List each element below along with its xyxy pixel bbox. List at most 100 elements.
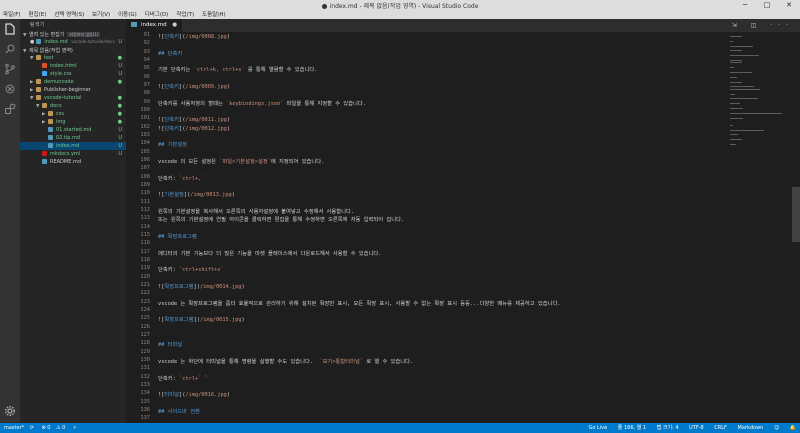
minimize-button[interactable]: ─ <box>734 0 756 10</box>
close-editor-icon[interactable]: ● <box>30 39 34 45</box>
tree-item-label: demuncode <box>44 79 74 85</box>
open-editors-section[interactable]: ▼ 열려 있는 편집기 저장하지 않음(1) <box>20 30 126 38</box>
menu-file[interactable]: 파일(F) <box>0 10 24 19</box>
line-number: 102 <box>140 123 150 130</box>
folder-icon <box>48 111 53 116</box>
menu-tasks[interactable]: 작업(T) <box>173 10 197 19</box>
tree-item[interactable]: ▼ vscode-tutorial ● <box>20 94 126 102</box>
tree-item[interactable]: ▶ img ● <box>20 118 126 126</box>
tree-item-label: 01.started.md <box>56 127 92 133</box>
feedback-icon[interactable]: ☺ <box>774 425 779 431</box>
line-number: 99 <box>143 98 150 105</box>
html-file-icon <box>42 63 47 68</box>
yaml-file-icon <box>42 151 47 156</box>
unsaved-badge: 저장하지 않음(1) <box>67 32 101 37</box>
code-line: ![단축키](/img/0012.jpg) <box>158 125 231 132</box>
extensions-icon[interactable] <box>4 103 16 115</box>
notifications-icon[interactable]: 🔔 <box>790 425 796 431</box>
menu-go[interactable]: 이동(G) <box>115 10 140 19</box>
code-line: 단축키: `ctrl+shift+x` <box>158 267 224 274</box>
tree-item-label: test <box>44 55 54 61</box>
minimap-line <box>730 93 735 95</box>
settings-gear-icon[interactable] <box>4 405 16 417</box>
tree-item-label: docs <box>50 103 62 109</box>
tree-item[interactable]: index.html U <box>20 62 126 70</box>
line-number: 114 <box>140 223 150 230</box>
open-editor-path: vscode-tutorial/docs <box>71 40 115 45</box>
markdown-file-icon <box>131 22 137 27</box>
search-icon[interactable] <box>4 43 16 55</box>
line-number: 122 <box>140 290 150 297</box>
line-number: 117 <box>140 248 150 255</box>
tree-item[interactable]: README.md <box>20 158 126 166</box>
lightning-icon[interactable]: ⚡ <box>73 425 77 431</box>
tree-item[interactable]: ▶ demuncode ● <box>20 78 126 86</box>
code-line: vscode 의 모든 설정은 `파일>기본설정>설정`에 지정되어 있습니다. <box>158 158 325 165</box>
tree-item[interactable]: ▼ docs ● <box>20 102 126 110</box>
close-window-button[interactable]: ✕ <box>778 0 800 10</box>
tree-item[interactable]: 02.tip.md U <box>20 134 126 142</box>
minimap[interactable] <box>730 32 790 232</box>
info-file-icon <box>42 159 47 164</box>
folder-open-icon <box>42 103 47 108</box>
line-number: 100 <box>140 106 150 113</box>
tree-item-label: vscode-tutorial <box>44 95 82 101</box>
menu-debug[interactable]: 디버그(D) <box>142 10 172 19</box>
line-number: 93 <box>143 48 150 55</box>
code-line: ## 기본설정 <box>158 142 188 149</box>
tab-close-icon[interactable]: ● <box>172 19 177 32</box>
line-number: 119 <box>140 265 150 272</box>
errors-count[interactable]: ⊗ 0 <box>42 425 51 431</box>
tree-item[interactable]: ▶ Publisher-beginner <box>20 86 126 94</box>
tree-item[interactable]: mkdocs.yml U <box>20 150 126 158</box>
line-number: 97 <box>143 81 150 88</box>
git-status: ● <box>117 111 122 117</box>
code-line: 에디터의 기본 기능보다 더 많은 기능을 마켓 플레이스에서 다운로드해서 사… <box>158 250 382 257</box>
code-line: ## 단축키 <box>158 50 183 57</box>
line-number: 107 <box>140 165 150 172</box>
source-control-icon[interactable] <box>4 63 16 75</box>
encoding[interactable]: UTF-8 <box>689 425 704 431</box>
sync-icon[interactable]: ⟳ <box>30 425 34 431</box>
explorer-icon[interactable] <box>4 23 16 35</box>
line-number: 94 <box>143 56 150 63</box>
git-status: U <box>118 151 122 157</box>
code-line: 왼쪽의 기본설정을 복사해서 오른쪽의 사용자설정에 붙여넣고 수정해서 사용합… <box>158 208 355 215</box>
line-number: 135 <box>140 398 150 405</box>
editor-actions[interactable]: ⇲ ◫ ··· <box>732 22 794 29</box>
code-editor[interactable]: 91 ![단축키](/img/0008.jpg) 92 93 ## 단축키 94 95 기본 … <box>126 32 800 423</box>
debug-icon[interactable] <box>4 83 16 95</box>
go-live-button[interactable]: Go Live <box>588 425 607 431</box>
menu-help[interactable]: 도움말(H) <box>199 10 229 19</box>
warnings-count[interactable]: ⚠ 0 <box>56 425 65 431</box>
editor-scrollbar-thumb[interactable] <box>792 187 800 242</box>
tree-item-label: index.md <box>56 143 80 149</box>
minimap-line <box>730 36 742 37</box>
minimap-line <box>730 72 752 73</box>
open-editor-item[interactable]: ● index.md vscode-tutorial/docs U <box>20 38 126 46</box>
menu-edit[interactable]: 편집(E) <box>26 10 50 19</box>
tree-item[interactable]: index.md U <box>20 142 126 150</box>
maximize-button[interactable]: □ <box>756 0 778 10</box>
tree-item[interactable]: ▼ test ● <box>20 54 126 62</box>
tab-size[interactable]: 탭 크기: 4 <box>657 425 679 431</box>
line-number: 131 <box>140 365 150 372</box>
language-mode[interactable]: Markdown <box>738 425 764 431</box>
menu-view[interactable]: 보기(V) <box>89 10 113 19</box>
code-line: 단축키: `ctrl+,` <box>158 175 205 182</box>
code-line: ![확장프로그램](/img/0014.jpg) <box>158 283 245 290</box>
menu-selection[interactable]: 선택 영역(S) <box>51 10 87 19</box>
tab-label: index.md <box>141 22 167 28</box>
tab-index-md[interactable]: index.md ● <box>126 19 182 32</box>
line-ending[interactable]: CRLF <box>714 425 727 431</box>
cursor-position[interactable]: 줄 166, 열 1 <box>618 425 646 431</box>
tree-item[interactable]: 01.started.md U <box>20 126 126 134</box>
tree-item[interactable]: style.css U <box>20 70 126 78</box>
workspace-section[interactable]: ▼ 제목 없음(작업 영역) <box>20 46 126 54</box>
folder-open-icon <box>36 55 41 60</box>
git-status: U <box>118 71 122 77</box>
line-number: 137 <box>140 415 150 422</box>
git-status: ● <box>117 79 122 85</box>
branch-indicator[interactable]: master* <box>4 425 24 431</box>
tree-item[interactable]: ▶ css ● <box>20 110 126 118</box>
